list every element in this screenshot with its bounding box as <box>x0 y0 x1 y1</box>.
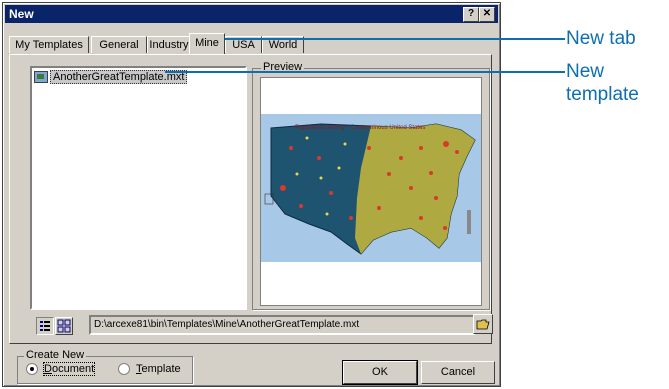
new-template-callout-label-2: template <box>566 84 639 105</box>
close-button[interactable]: ✕ <box>479 7 495 22</box>
open-folder-icon <box>476 319 490 330</box>
us-population-map-image <box>261 114 481 262</box>
create-new-legend: Create New <box>24 349 87 361</box>
help-button[interactable]: ? <box>463 7 479 22</box>
template-radio[interactable]: Template <box>118 363 181 375</box>
title-bar[interactable]: New ? ✕ <box>5 5 498 23</box>
template-path-field[interactable]: D:\arcexe81\bin\Templates\Mine\AnotherGr… <box>89 315 475 335</box>
radio-checked-icon <box>26 363 38 375</box>
browse-button[interactable] <box>473 314 493 334</box>
cancel-button[interactable]: Cancel <box>421 361 495 384</box>
details-view-button[interactable] <box>36 317 54 335</box>
large-icons-view-icon <box>57 319 71 333</box>
details-view-icon <box>40 321 50 331</box>
template-rest: emplate <box>141 363 181 375</box>
preview-group: Preview Population Density - Conterminou… <box>252 61 490 310</box>
new-tab-callout-line <box>208 38 565 40</box>
document-radio[interactable]: Document <box>26 362 96 376</box>
map-template-icon <box>34 71 48 83</box>
tab-general[interactable]: General <box>91 36 147 53</box>
create-new-group: Create New Document Template <box>17 349 193 384</box>
tab-mine[interactable]: Mine <box>189 33 225 54</box>
dialog-title: New <box>9 7 34 21</box>
new-tab-callout-label: New tab <box>566 28 636 49</box>
large-icons-view-button[interactable] <box>55 317 73 335</box>
document-radio-label: Document <box>42 362 96 376</box>
tab-my-templates[interactable]: My Templates <box>9 36 89 53</box>
tab-industry[interactable]: Industry <box>147 36 191 53</box>
radio-unchecked-icon <box>118 363 130 375</box>
map-title: Population Density - Conterminous United… <box>295 125 426 131</box>
document-mnemonic: D <box>44 363 52 375</box>
new-template-callout-label-1: New <box>566 61 605 82</box>
preview-image: Population Density - Conterminous United… <box>260 77 482 306</box>
document-rest: ocument <box>51 363 95 375</box>
template-radio-label: Template <box>136 363 181 375</box>
ok-button[interactable]: OK <box>342 360 418 385</box>
new-template-callout-line <box>165 71 565 73</box>
template-list[interactable]: AnotherGreatTemplate.mxt <box>30 66 247 310</box>
